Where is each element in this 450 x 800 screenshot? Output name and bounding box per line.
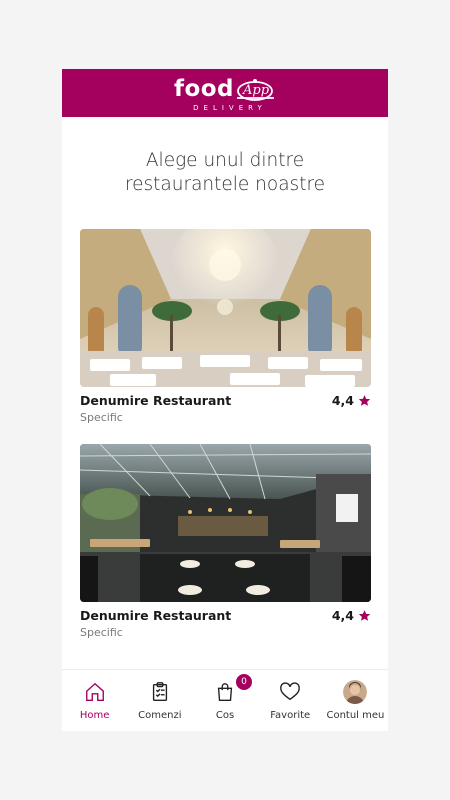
bottom-nav: Home Comenzi 0 Cos Favorite Contul meu xyxy=(62,669,388,731)
restaurant-name[interactable]: Denumire Restaurant xyxy=(80,393,231,408)
restaurant-card[interactable]: Denumire Restaurant 4,4 Specific xyxy=(80,229,371,424)
restaurant-rating: 4,4 xyxy=(332,608,371,623)
bag-icon: 0 xyxy=(214,674,252,704)
logo-subtitle: DELIVERY xyxy=(193,104,267,112)
cloche-icon: App xyxy=(236,76,276,102)
nav-label: Home xyxy=(79,710,110,721)
nav-item-comenzi[interactable]: Comenzi xyxy=(127,670,192,731)
heading-line-1: Alege unul dintre xyxy=(145,150,305,171)
logo-food-text: food xyxy=(173,75,235,102)
page-heading: Alege unul dintre restaurantele noastre xyxy=(62,149,388,197)
restaurant-cuisine: Specific xyxy=(80,626,123,639)
clipboard-icon xyxy=(149,680,171,704)
star-icon xyxy=(358,395,371,406)
nav-label: Contul meu xyxy=(326,710,385,721)
restaurant-photo[interactable] xyxy=(80,229,371,387)
rating-value: 4,4 xyxy=(331,608,354,623)
restaurant-photo[interactable] xyxy=(80,444,371,602)
nav-item-favorite[interactable]: Favorite xyxy=(258,670,323,731)
avatar xyxy=(343,680,368,704)
restaurant-name[interactable]: Denumire Restaurant xyxy=(80,608,231,623)
nav-label: Comenzi xyxy=(138,710,182,721)
logo[interactable]: food App xyxy=(174,76,276,102)
nav-label: Favorite xyxy=(270,710,311,721)
restaurant-card[interactable]: Denumire Restaurant 4,4 Specific xyxy=(80,444,371,639)
logo-app-text: App xyxy=(243,83,270,98)
nav-label: Cos xyxy=(215,710,235,721)
nav-item-home[interactable]: Home xyxy=(62,670,127,731)
star-icon xyxy=(358,610,371,621)
heading-line-2: restaurantele noastre xyxy=(124,174,326,195)
app-screen: food App DELIVERY Alege unul dintre rest… xyxy=(62,69,388,731)
home-icon xyxy=(84,680,106,704)
restaurant-cuisine: Specific xyxy=(80,411,123,424)
nav-item-contul-meu[interactable]: Contul meu xyxy=(323,670,388,731)
rating-value: 4,4 xyxy=(331,393,354,408)
nav-item-cos[interactable]: 0 Cos xyxy=(192,670,257,731)
restaurant-rating: 4,4 xyxy=(332,393,371,408)
heart-icon xyxy=(278,680,302,704)
cart-count-badge: 0 xyxy=(236,674,252,690)
app-header: food App DELIVERY xyxy=(62,69,388,117)
